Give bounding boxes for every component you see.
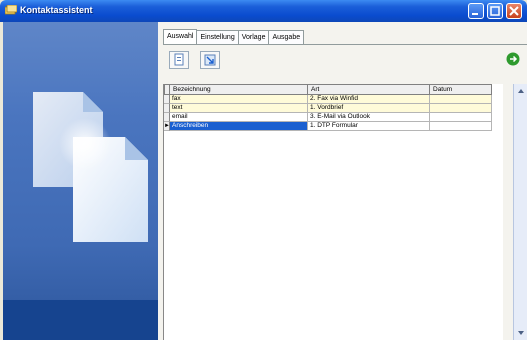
minimize-button[interactable] (468, 3, 484, 19)
cell-bezeichnung[interactable]: fax (170, 95, 308, 104)
cell-datum[interactable] (430, 95, 492, 104)
column-header-datum[interactable]: Datum (429, 84, 492, 95)
cell-datum[interactable] (430, 113, 492, 122)
table-row[interactable]: email 3. E-Mail via Outlook (164, 113, 492, 122)
tab-strip: Auswahl Einstellung Vorlage Ausgabe (163, 29, 305, 44)
selection-grid: Bezeichnung Art Datum fax 2. Fax via Win… (163, 84, 503, 340)
tab-divider (163, 44, 527, 45)
close-icon (509, 6, 519, 16)
minimize-icon (472, 13, 478, 15)
new-button[interactable] (169, 51, 189, 69)
maximize-button[interactable] (487, 3, 503, 19)
tab-auswahl[interactable]: Auswahl (163, 29, 198, 44)
tab-vorlage[interactable]: Vorlage (237, 30, 270, 44)
cell-bezeichnung[interactable]: email (170, 113, 308, 122)
table-row-selected[interactable]: ► Anschreiben 1. DTP Formular (164, 122, 492, 131)
close-button[interactable] (506, 3, 522, 19)
cell-datum[interactable] (430, 122, 492, 131)
cell-bezeichnung[interactable]: Anschreiben (170, 122, 308, 131)
scroll-down-icon[interactable] (517, 329, 525, 337)
column-header-art[interactable]: Art (307, 84, 430, 95)
import-icon (204, 54, 216, 66)
go-arrow-icon[interactable] (506, 52, 520, 66)
kontaktassistent-window: Kontaktassistent Auswahl Einstellung Vor… (0, 0, 527, 340)
cell-art[interactable]: 2. Fax via Winfid (308, 95, 430, 104)
cell-art[interactable]: 1. DTP Formular (308, 122, 430, 131)
column-header-bezeichnung[interactable]: Bezeichnung (169, 84, 308, 95)
side-panel-bottom-band (3, 300, 158, 340)
cell-bezeichnung[interactable]: text (170, 104, 308, 113)
maximize-icon (490, 6, 500, 16)
vertical-scrollbar[interactable] (513, 84, 527, 340)
content-area: Auswahl Einstellung Vorlage Ausgabe Beze… (158, 22, 527, 340)
cell-art[interactable]: 3. E-Mail via Outlook (308, 113, 430, 122)
new-icon (174, 53, 184, 66)
import-button[interactable] (200, 51, 220, 69)
tab-einstellung[interactable]: Einstellung (196, 30, 239, 44)
app-icon (5, 5, 17, 15)
table-row[interactable]: fax 2. Fax via Winfid (164, 95, 492, 104)
title-bar[interactable]: Kontaktassistent (0, 0, 527, 22)
grid-header: Bezeichnung Art Datum (164, 84, 492, 95)
window-title: Kontaktassistent (20, 5, 93, 15)
cell-datum[interactable] (430, 104, 492, 113)
table-row[interactable]: text 1. Vordbrief (164, 104, 492, 113)
scroll-up-icon[interactable] (517, 87, 525, 95)
wizard-side-panel (3, 22, 158, 340)
cell-art[interactable]: 1. Vordbrief (308, 104, 430, 113)
tab-ausgabe[interactable]: Ausgabe (268, 30, 305, 44)
documents-illustration (33, 92, 148, 242)
